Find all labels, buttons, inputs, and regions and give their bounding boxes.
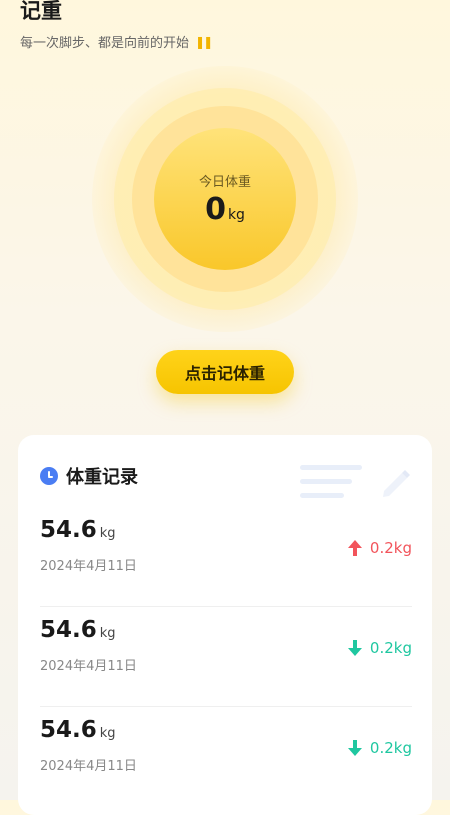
records-title: 体重记录: [66, 467, 138, 488]
record-row[interactable]: 54.6 kg 2024年4月11日 0.2kg: [40, 707, 412, 807]
record-weight: 54.6 kg: [40, 517, 116, 543]
record-weight-button[interactable]: 点击记体重: [156, 350, 294, 394]
record-date: 2024年4月11日: [40, 759, 137, 774]
record-change: 0.2kg: [346, 639, 412, 657]
deco-line: [300, 493, 344, 498]
record-change: 0.2kg: [346, 539, 412, 557]
record-weight-number: 54.6: [40, 617, 97, 643]
clock-icon: [40, 467, 58, 485]
today-weight-label: 今日体重: [198, 175, 251, 190]
today-weight-value: 0 kg: [205, 192, 245, 227]
record-change-value: 0.2kg: [369, 739, 412, 757]
record-weight-unit: kg: [99, 526, 116, 541]
record-weight: 54.6 kg: [40, 617, 116, 643]
record-weight: 54.6 kg: [40, 717, 116, 743]
record-change-value: 0.2kg: [369, 539, 412, 557]
record-weight-unit: kg: [99, 626, 116, 641]
today-weight-dial: 今日体重 0 kg: [92, 66, 358, 332]
footprints-icon: ❚❚: [195, 34, 213, 49]
notes-decoration-icon: [300, 463, 412, 503]
weight-records-card: 体重记录 54.6 kg 2024年4月11日 0.2kg 54.6 kg 20…: [18, 435, 432, 815]
subtitle-text: 每一次脚步、都是向前的开始: [20, 36, 190, 51]
record-date: 2024年4月11日: [40, 559, 137, 574]
page-subtitle: 每一次脚步、都是向前的开始 ❚❚: [20, 32, 430, 52]
records-header: 体重记录: [40, 463, 138, 489]
pencil-icon: [383, 470, 410, 497]
page-title: 记重: [20, 0, 62, 23]
record-weight-number: 54.6: [40, 717, 97, 743]
deco-line: [300, 479, 352, 484]
today-weight-number: 0: [205, 192, 226, 227]
arrow-down-icon: [347, 640, 362, 656]
record-change: 0.2kg: [346, 739, 412, 757]
record-change-value: 0.2kg: [369, 639, 412, 657]
today-weight-unit: kg: [227, 207, 245, 223]
record-row[interactable]: 54.6 kg 2024年4月11日 0.2kg: [40, 507, 412, 607]
arrow-up-icon: [347, 540, 362, 556]
record-date: 2024年4月11日: [40, 659, 137, 674]
record-weight-number: 54.6: [40, 517, 97, 543]
page-header: 记重 每一次脚步、都是向前的开始 ❚❚: [20, 0, 430, 51]
arrow-down-icon: [347, 740, 362, 756]
dial-core: 今日体重 0 kg: [154, 128, 296, 270]
record-weight-unit: kg: [99, 726, 116, 741]
record-row[interactable]: 54.6 kg 2024年4月11日 0.2kg: [40, 607, 412, 707]
deco-line: [300, 465, 362, 470]
